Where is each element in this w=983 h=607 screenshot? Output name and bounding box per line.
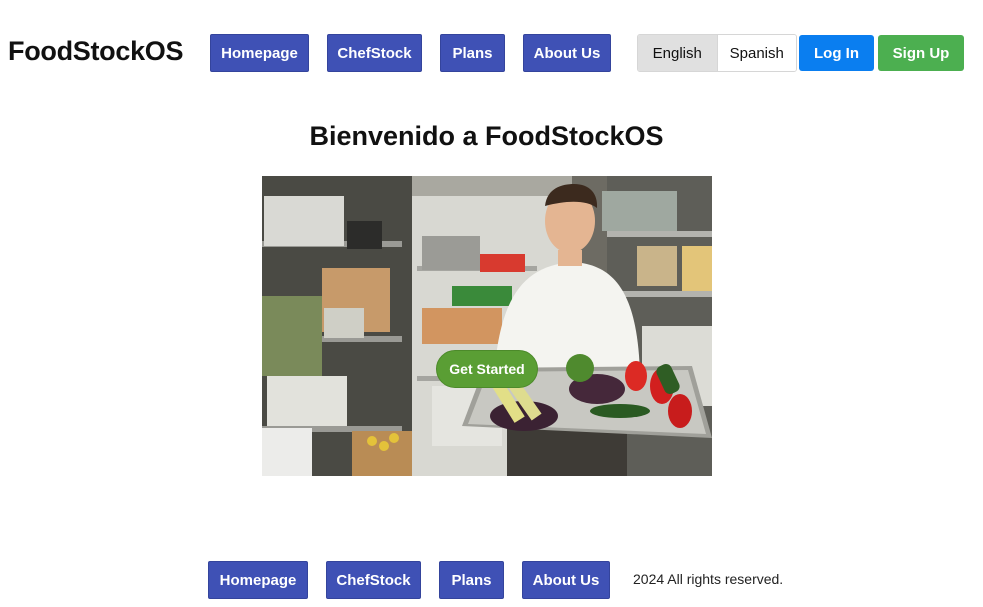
hero-image: [262, 176, 712, 476]
footer-about-us-button[interactable]: About Us: [522, 561, 610, 599]
chef-walk-in-cooler-photo: [262, 176, 712, 476]
get-started-button[interactable]: Get Started: [436, 350, 538, 388]
language-toggle: English Spanish: [637, 34, 797, 72]
brand-logo[interactable]: FoodStockOS: [8, 36, 184, 67]
footer-homepage-button[interactable]: Homepage: [208, 561, 308, 599]
nav-about-us-button[interactable]: About Us: [523, 34, 611, 72]
footer-chefstock-button[interactable]: ChefStock: [326, 561, 421, 599]
language-english-option[interactable]: English: [638, 35, 717, 71]
login-button[interactable]: Log In: [799, 35, 874, 71]
nav-chefstock-button[interactable]: ChefStock: [327, 34, 422, 72]
footer-copyright: 2024 All rights reserved.: [633, 571, 784, 587]
nav-homepage-button[interactable]: Homepage: [210, 34, 309, 72]
nav-plans-button[interactable]: Plans: [440, 34, 505, 72]
signup-button[interactable]: Sign Up: [878, 35, 964, 71]
footer-plans-button[interactable]: Plans: [439, 561, 504, 599]
page-title: Bienvenido a FoodStockOS: [309, 121, 664, 151]
language-spanish-option[interactable]: Spanish: [716, 35, 796, 71]
